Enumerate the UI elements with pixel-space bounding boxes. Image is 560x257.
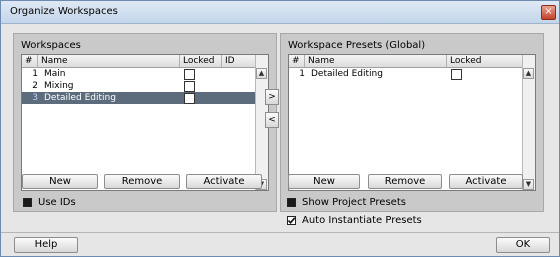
chevron-up-icon[interactable]: ▲	[256, 68, 267, 79]
window-title: Organize Workspaces	[10, 6, 118, 17]
row-name: Mixing	[44, 81, 74, 91]
workspaces-remove-button[interactable]: Remove	[104, 174, 180, 189]
footer-divider	[1, 232, 559, 233]
help-button[interactable]: Help	[14, 237, 78, 253]
preset-row-detailed-editing[interactable]: 1 Detailed Editing	[289, 68, 523, 80]
use-ids-label: Use IDs	[38, 197, 76, 208]
column-header-name[interactable]: Name	[305, 55, 447, 67]
ok-button[interactable]: OK	[496, 237, 550, 253]
presets-activate-button[interactable]: Activate	[449, 174, 523, 189]
column-header-number[interactable]: #	[22, 55, 38, 67]
presets-list[interactable]: # Name Locked 1 Detailed Editing ▲ ▼	[288, 54, 536, 191]
row-number: 3	[32, 93, 38, 103]
organize-workspaces-dialog: Organize Workspaces × Workspaces # Name …	[0, 0, 560, 257]
locked-checkbox[interactable]	[184, 69, 195, 80]
presets-remove-button[interactable]: Remove	[368, 174, 442, 189]
chevron-up-icon[interactable]: ▲	[523, 68, 534, 79]
workspaces-list[interactable]: # Name Locked ID 1 Main 2 Mixing 3 Detai…	[21, 54, 269, 191]
column-header-name[interactable]: Name	[38, 55, 180, 67]
show-project-presets-label: Show Project Presets	[302, 197, 406, 208]
column-header-locked[interactable]: Locked	[447, 55, 523, 67]
move-to-presets-button[interactable]: >	[265, 89, 279, 105]
move-to-workspaces-button[interactable]: <	[265, 112, 279, 128]
locked-checkbox[interactable]	[451, 69, 462, 80]
workspaces-new-button[interactable]: New	[22, 174, 98, 189]
workspaces-label: Workspaces	[21, 40, 81, 51]
close-button[interactable]: ×	[541, 5, 556, 20]
presets-list-header: # Name Locked	[289, 55, 523, 68]
row-number: 1	[299, 69, 305, 79]
row-name: Main	[44, 69, 66, 79]
presets-label: Workspace Presets (Global)	[288, 40, 426, 51]
locked-checkbox[interactable]	[184, 81, 195, 92]
chevron-down-icon[interactable]: ▼	[523, 179, 534, 190]
close-icon: ×	[544, 6, 553, 17]
row-name: Detailed Editing	[44, 93, 116, 103]
auto-instantiate-checkbox[interactable]	[287, 216, 296, 225]
use-ids-checkbox[interactable]	[23, 198, 32, 207]
locked-checkbox[interactable]	[184, 93, 195, 104]
row-number: 1	[32, 69, 38, 79]
column-header-id[interactable]: ID	[222, 55, 256, 67]
auto-instantiate-label: Auto Instantiate Presets	[302, 215, 422, 226]
column-header-number[interactable]: #	[289, 55, 305, 67]
vertical-scrollbar[interactable]: ▲ ▼	[522, 55, 535, 190]
checkmark-icon	[287, 217, 296, 225]
workspaces-list-header: # Name Locked ID	[22, 55, 256, 68]
presets-new-button[interactable]: New	[288, 174, 360, 189]
show-project-presets-checkbox[interactable]	[287, 198, 296, 207]
workspace-row-mixing[interactable]: 2 Mixing	[22, 80, 256, 92]
row-name: Detailed Editing	[311, 69, 383, 79]
row-number: 2	[32, 81, 38, 91]
workspaces-activate-button[interactable]: Activate	[186, 174, 262, 189]
title-bar: Organize Workspaces ×	[1, 1, 559, 24]
workspace-row-detailed-editing[interactable]: 3 Detailed Editing	[22, 92, 256, 104]
column-header-locked[interactable]: Locked	[180, 55, 222, 67]
workspace-row-main[interactable]: 1 Main	[22, 68, 256, 80]
